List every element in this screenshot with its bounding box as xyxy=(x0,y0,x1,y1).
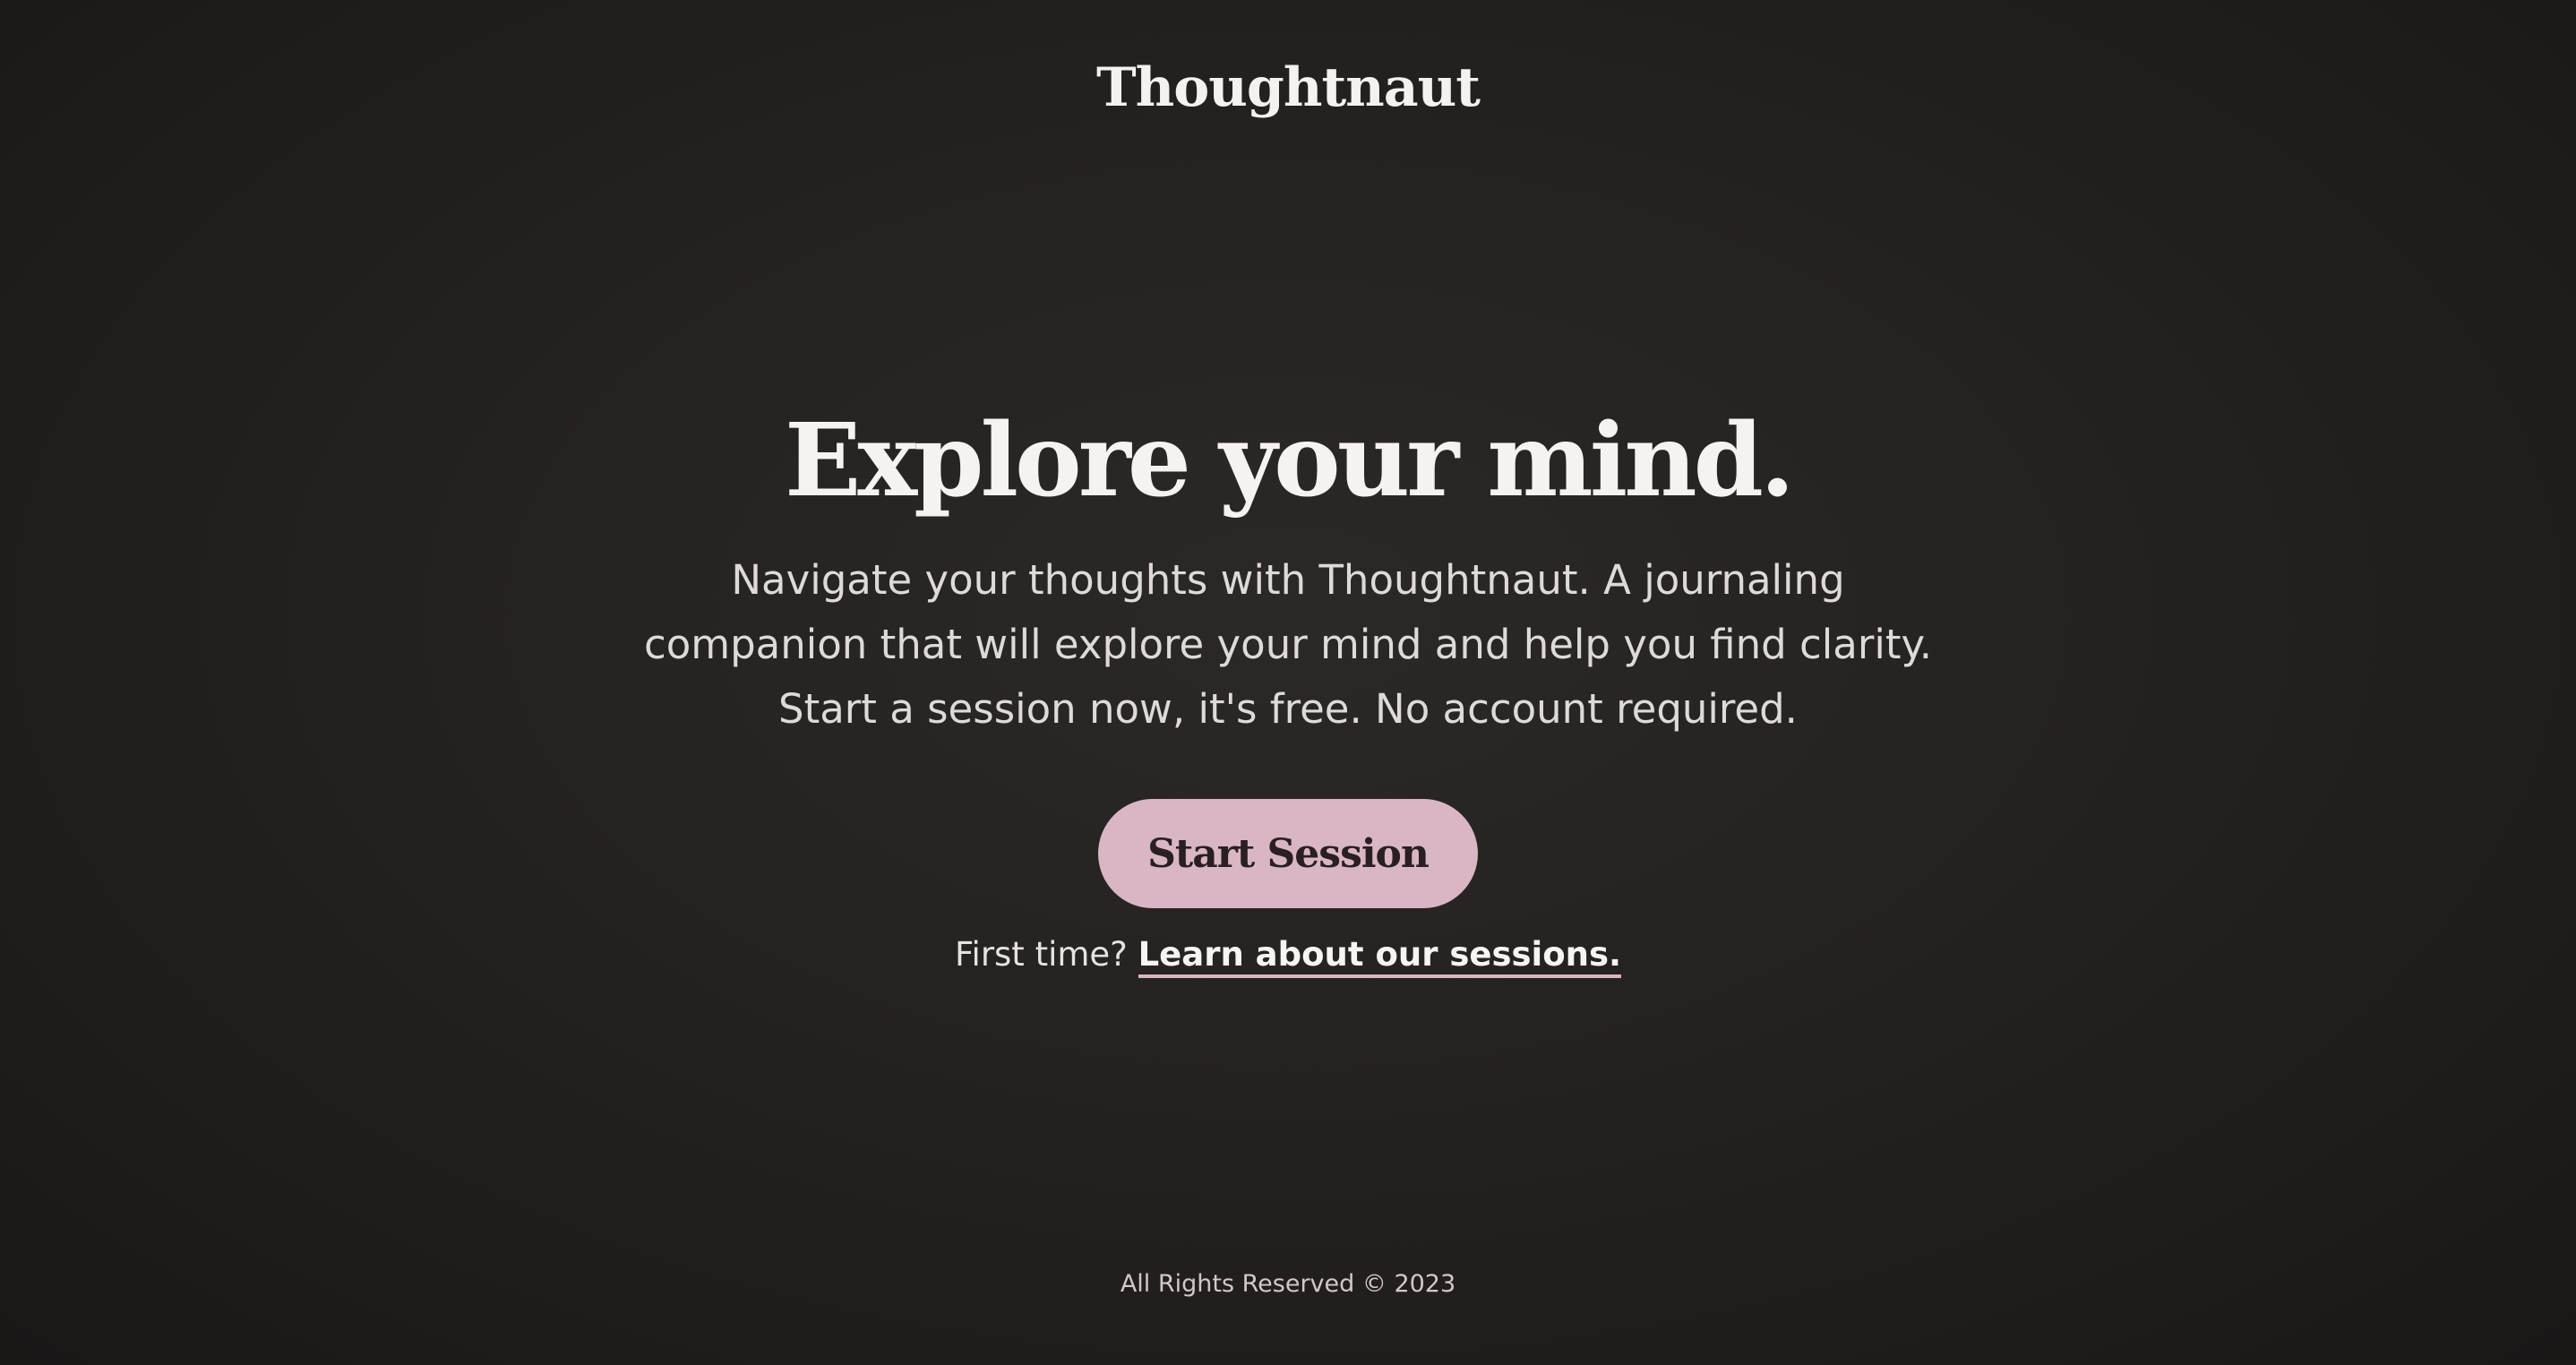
hero-description-line: Navigate your thoughts with Thoughtnaut.… xyxy=(731,556,1845,604)
footer-copyright: All Rights Reserved © 2023 xyxy=(1120,1270,1456,1298)
hero-description: Navigate your thoughts with Thoughtnaut.… xyxy=(616,548,1960,742)
brand-logo[interactable]: Thoughtnaut xyxy=(0,52,2576,124)
learn-sessions-link[interactable]: Learn about our sessions. xyxy=(1138,935,1622,978)
hero-section: Explore your mind. Navigate your thought… xyxy=(0,394,2576,980)
hero-description-line: Start a session now, it's free. No accou… xyxy=(778,685,1798,733)
hero-headline: Explore your mind. xyxy=(785,402,1795,519)
first-time-prompt: First time? Learn about our sessions. xyxy=(0,930,2576,980)
cta-container: Start Session xyxy=(0,799,2576,908)
hero-description-line: companion that will explore your mind an… xyxy=(643,621,1933,668)
first-time-label: First time? xyxy=(954,935,1128,974)
start-session-button[interactable]: Start Session xyxy=(1098,799,1478,908)
